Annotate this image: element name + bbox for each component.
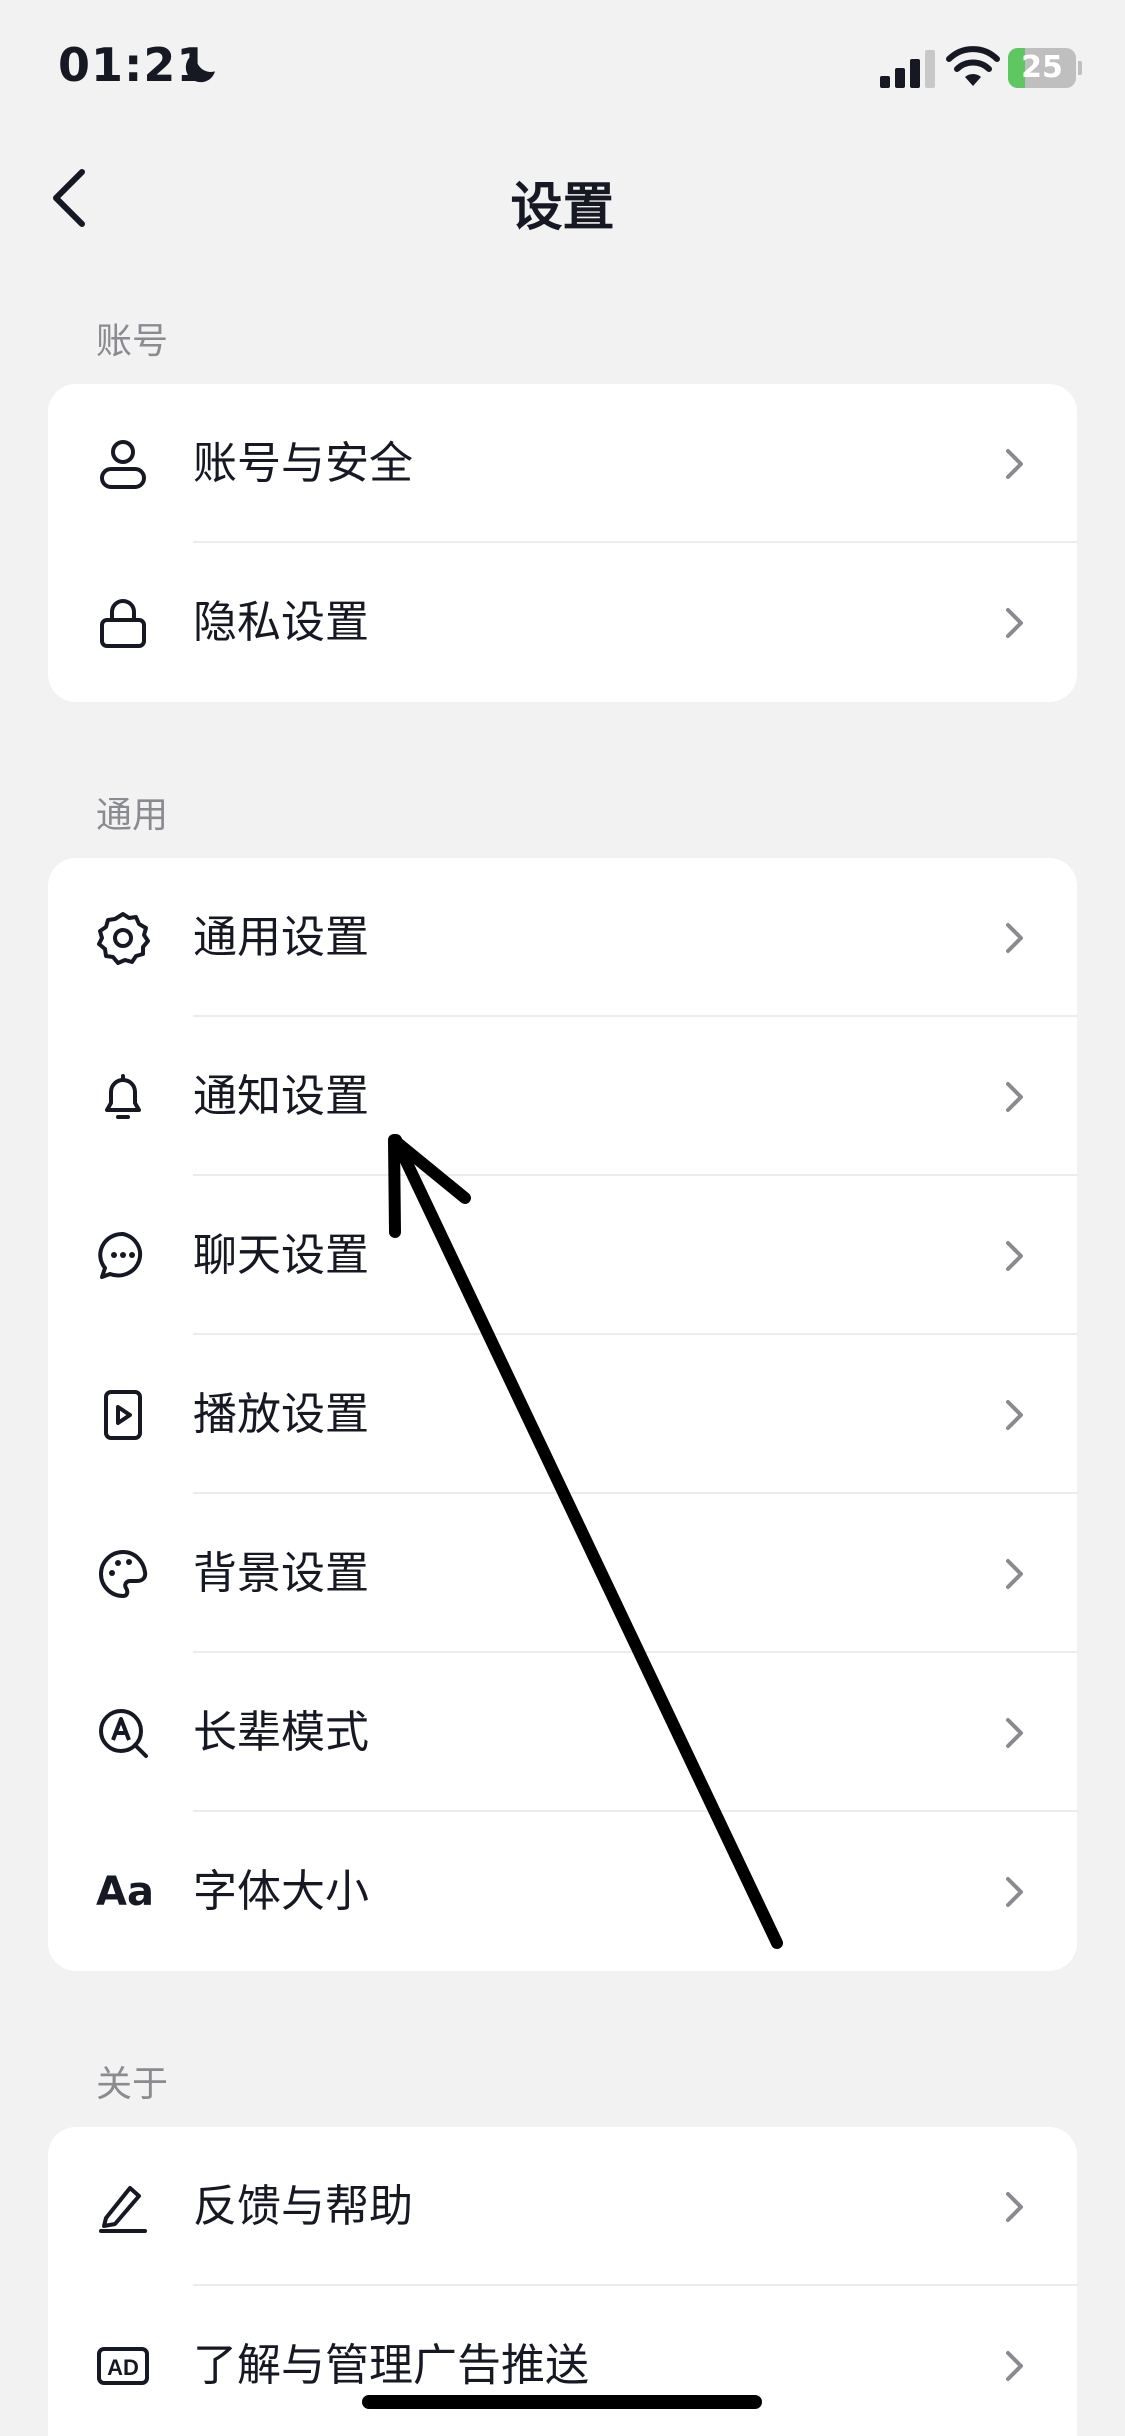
row-label: 长辈模式 [193, 1707, 369, 1758]
row-label: 反馈与帮助 [193, 2181, 413, 2232]
page-title: 设置 [510, 178, 615, 238]
chevron-right-icon [1006, 449, 1023, 479]
battery-cap [1078, 61, 1082, 75]
chevron-right-icon [1006, 2351, 1023, 2381]
settings-page: 01:21 25 设置 账号 账号与安全 隐私设置 通用 通用设置 通知设置 聊… [0, 0, 1125, 2436]
status-bar: 01:21 25 [0, 0, 1125, 140]
row-background-settings[interactable]: 背景设置 [48, 1494, 1077, 1653]
home-indicator [362, 2395, 762, 2409]
elder-mode-icon [99, 1709, 148, 1758]
moon-icon [185, 53, 215, 83]
chevron-right-icon [1006, 923, 1023, 953]
row-notification-settings[interactable]: 通知设置 [48, 1017, 1077, 1176]
row-feedback-help[interactable]: 反馈与帮助 [48, 2127, 1077, 2286]
chevron-right-icon [1006, 1877, 1023, 1907]
row-account-security[interactable]: 账号与安全 [48, 384, 1077, 543]
chevron-right-icon [1006, 1559, 1023, 1589]
row-label: 聊天设置 [193, 1230, 369, 1281]
battery-icon: 25 [1008, 48, 1082, 88]
row-privacy[interactable]: 隐私设置 [48, 543, 1077, 702]
card-account: 账号与安全 隐私设置 [48, 384, 1077, 702]
section-label-account: 账号 [96, 321, 169, 362]
battery-level: 25 [1021, 50, 1063, 85]
row-elder-mode[interactable]: 长辈模式 [48, 1653, 1077, 1812]
row-label: 通知设置 [193, 1071, 369, 1122]
ad-icon: AD [97, 2347, 149, 2385]
bell-icon [105, 1074, 141, 1119]
card-general: 通用设置 通知设置 聊天设置 播放设置 背景设置 长辈模式 Aa 字体大小 [48, 858, 1077, 1971]
font-size-icon: Aa [96, 1869, 154, 1915]
palette-icon [99, 1550, 148, 1598]
row-ad-management[interactable]: AD 了解与管理广告推送 [48, 2286, 1077, 2436]
user-icon [100, 440, 146, 489]
chevron-right-icon [1006, 1718, 1023, 1748]
card-about: 反馈与帮助 AD 了解与管理广告推送 [48, 2127, 1077, 2436]
chevron-right-icon [1006, 1241, 1023, 1271]
chevron-right-icon [1006, 1082, 1023, 1112]
row-font-size[interactable]: Aa 字体大小 [48, 1812, 1077, 1971]
row-chat-settings[interactable]: 聊天设置 [48, 1176, 1077, 1335]
row-label: 播放设置 [193, 1389, 369, 1440]
play-icon [104, 1390, 142, 1440]
row-label: 隐私设置 [193, 597, 369, 648]
lock-icon [100, 599, 146, 648]
section-label-general: 通用 [96, 795, 169, 836]
chevron-right-icon [1006, 608, 1023, 638]
wifi-icon [946, 46, 1000, 86]
row-label: 了解与管理广告推送 [193, 2340, 589, 2391]
chevron-right-icon [1006, 1400, 1023, 1430]
row-playback-settings[interactable]: 播放设置 [48, 1335, 1077, 1494]
battery-body: 25 [1008, 48, 1076, 88]
row-label: 通用设置 [193, 912, 369, 963]
section-label-about: 关于 [96, 2064, 169, 2105]
row-label: 账号与安全 [193, 438, 413, 489]
pencil-icon [99, 2186, 147, 2233]
row-label: 字体大小 [193, 1866, 369, 1917]
row-label: 背景设置 [193, 1548, 369, 1599]
ad-glyph: AD [107, 2355, 139, 2380]
chevron-right-icon [1006, 2192, 1023, 2222]
row-general-settings[interactable]: 通用设置 [48, 858, 1077, 1017]
signal-icon [880, 50, 935, 88]
chat-bubble-icon [98, 1231, 143, 1279]
gear-icon [97, 912, 150, 965]
